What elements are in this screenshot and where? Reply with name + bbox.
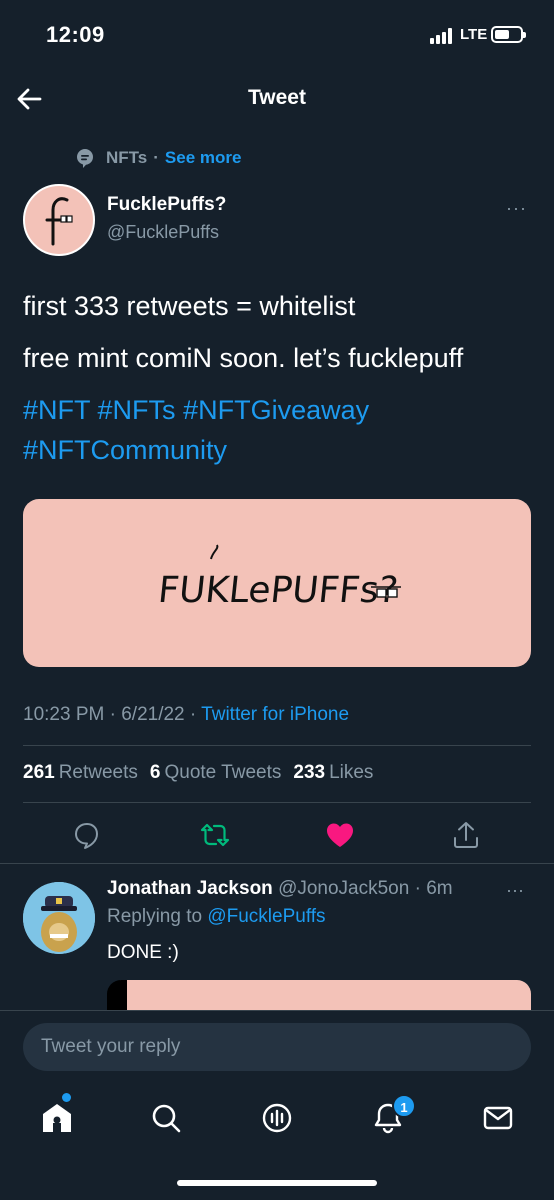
retweet-icon[interactable] (199, 819, 231, 851)
likes-label: Likes (329, 762, 374, 783)
reply-more-options-icon[interactable]: ··· (506, 880, 524, 901)
home-indicator-bar (177, 1180, 377, 1186)
hashtag-nftgiveaway[interactable]: #NFTGiveaway (183, 395, 369, 425)
replying-to-handle[interactable]: @FucklePuffs (207, 906, 325, 927)
topic-separator: · (153, 148, 159, 167)
quote-tweets-label: Quote Tweets (164, 762, 282, 783)
tweet-text-line-2: free mint comiN soon. let’s fucklepuff (23, 343, 464, 373)
likes-stat[interactable]: 233 Likes (293, 762, 373, 784)
reply-author-handle[interactable]: @JonoJack5on (278, 878, 409, 899)
topic-icon (77, 149, 93, 168)
replying-to: Replying to @FucklePuffs (107, 906, 326, 928)
status-time: 12:09 (46, 22, 105, 47)
retweets-label: Retweets (58, 762, 138, 783)
tweet-source-link[interactable]: Twitter for iPhone (201, 704, 349, 725)
meta-separator: · (189, 704, 197, 725)
reply-text: DONE :) (107, 942, 179, 963)
media-logo-text: FUKLePUFFs? (156, 569, 400, 611)
quote-tweets-stat[interactable]: 6 Quote Tweets (150, 762, 281, 784)
quote-tweets-count: 6 (149, 762, 161, 783)
hashtag-nft[interactable]: #NFT (23, 395, 90, 425)
reply-icon[interactable] (71, 819, 103, 851)
reply-author-avatar[interactable] (23, 882, 95, 954)
tweet-reply-input[interactable] (23, 1023, 531, 1071)
tweet-stats: 261 Retweets 6 Quote Tweets 233 Likes (23, 762, 373, 784)
hashtag-nftcommunity[interactable]: #NFTCommunity (23, 435, 227, 465)
reply-author-name[interactable]: Jonathan Jackson (107, 878, 273, 899)
notifications-badge: 1 (392, 1094, 416, 1118)
meta-separator: · (109, 704, 116, 725)
fucklepuffs-logo: FUKLePUFFs? (156, 544, 401, 611)
more-options-icon[interactable]: ··· (506, 198, 527, 219)
network-type: LTE (460, 26, 488, 43)
divider (0, 863, 554, 864)
share-icon[interactable] (450, 819, 482, 851)
likes-count: 233 (293, 762, 326, 783)
tweet-meta: 10:23 PM · 6/21/22 · Twitter for iPhone (23, 704, 349, 726)
like-heart-icon[interactable] (324, 819, 356, 851)
topic-label: NFTs (106, 148, 148, 167)
author-avatar[interactable] (23, 184, 95, 256)
signal-strength-icon (430, 28, 456, 44)
messages-envelope-icon[interactable] (478, 1098, 518, 1138)
retweets-stat[interactable]: 261 Retweets (23, 762, 138, 784)
reply-header: Jonathan Jackson @JonoJack5on · 6m (107, 878, 453, 900)
divider (23, 745, 531, 746)
spaces-icon[interactable] (257, 1098, 297, 1138)
battery-icon (491, 26, 526, 43)
search-icon[interactable] (146, 1098, 186, 1138)
retweets-count: 261 (23, 762, 55, 783)
author-handle[interactable]: @FucklePuffs (107, 222, 219, 243)
topic-context: NFTs · See more (74, 144, 241, 172)
hashtag-nfts[interactable]: #NFTs (98, 395, 176, 425)
tweet-media-image[interactable]: FUKLePUFFs? (23, 499, 531, 667)
reply-time: · 6m (414, 878, 453, 899)
page-title: Tweet (248, 86, 306, 109)
tweet-actions (0, 815, 554, 855)
replying-to-prefix: Replying to (107, 906, 203, 927)
status-bar: 12:09 LTE (0, 0, 554, 70)
tweet-time: 10:23 PM (23, 704, 105, 725)
home-new-indicator (62, 1093, 71, 1102)
tweet-text-line-1: first 333 retweets = whitelist (23, 291, 356, 321)
tweet-date: 6/21/22 (121, 704, 185, 725)
see-more-link[interactable]: See more (165, 148, 242, 168)
bottom-tab-bar (0, 1090, 554, 1150)
tweet-hashtags: #NFT #NFTs #NFTGiveaway #NFTCommunity (23, 390, 538, 470)
divider (23, 802, 531, 803)
author-display-name[interactable]: FucklePuffs? (107, 194, 226, 216)
avatar-image (45, 197, 73, 246)
nav-header: Tweet (0, 70, 554, 130)
ape-avatar-image (23, 882, 95, 954)
home-icon[interactable] (37, 1098, 77, 1138)
